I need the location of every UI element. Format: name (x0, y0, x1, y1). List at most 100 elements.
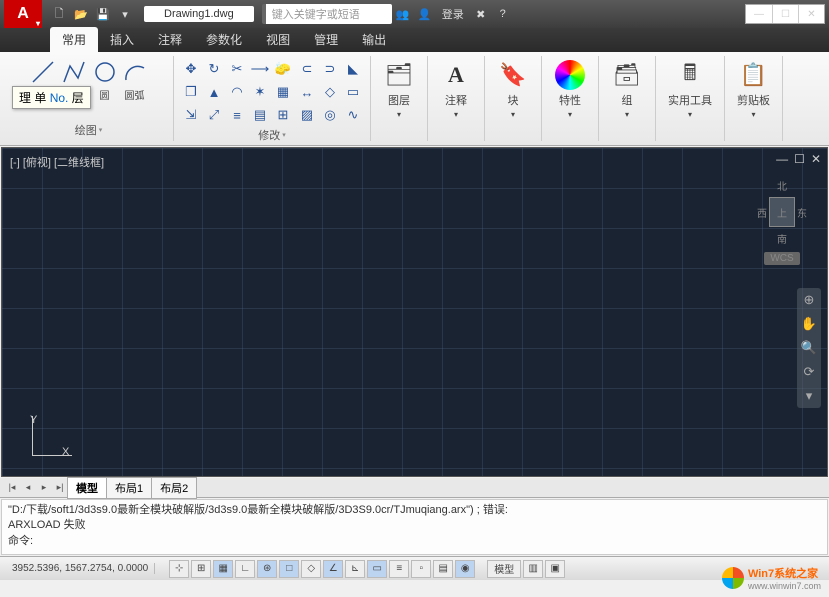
3dosnap-icon[interactable]: ◇ (301, 560, 321, 578)
search-input[interactable]: 键入关键字或短语 (262, 4, 392, 24)
tab-annotate[interactable]: 注释 (146, 27, 194, 52)
close-button[interactable]: ✕ (798, 5, 824, 23)
utilities-button[interactable]: 🖩 实用工具▾ (662, 58, 718, 121)
vp-maximize-icon[interactable]: ☐ (794, 152, 805, 166)
app-menu-button[interactable]: A (4, 0, 42, 28)
viewcube[interactable]: 北 西 上 东 南 WCS (757, 178, 807, 248)
osnap-icon[interactable]: □ (279, 560, 299, 578)
tab-insert[interactable]: 插入 (98, 27, 146, 52)
layout-next-icon[interactable]: ▸ (36, 480, 52, 496)
offset-icon[interactable]: ≡ (226, 104, 248, 126)
block-button[interactable]: 🔖 块▾ (491, 58, 535, 121)
fillet-icon[interactable]: ◠ (226, 81, 248, 103)
viewcube-face[interactable]: 上 (769, 197, 795, 227)
ortho-icon[interactable]: ∟ (235, 560, 255, 578)
coordinate-readout[interactable]: 3952.5396, 1567.2754, 0.0000 (6, 563, 155, 574)
layout-prev-icon[interactable]: ◂ (20, 480, 36, 496)
panel-layers: 🗂 图层▾ (371, 56, 428, 141)
pedit-icon[interactable]: ◇ (319, 81, 341, 103)
login-link[interactable]: 登录 (442, 6, 464, 22)
vp-minimize-icon[interactable]: — (776, 152, 788, 166)
chamfer-icon[interactable]: ◣ (342, 58, 364, 80)
zoom-icon[interactable]: 🔍 (801, 340, 817, 356)
otrack-icon[interactable]: ∠ (323, 560, 343, 578)
grid-icon[interactable]: ▦ (213, 560, 233, 578)
lengthen-icon[interactable]: ↔ (296, 81, 318, 103)
panel-label-modify[interactable]: 修改 (258, 126, 286, 144)
quickview-layouts-icon[interactable]: ▥ (523, 560, 543, 578)
quickview-dwg-icon[interactable]: ▣ (545, 560, 565, 578)
spline-icon[interactable]: ∿ (342, 104, 364, 126)
properties-button[interactable]: 特性▾ (548, 58, 592, 121)
region-icon[interactable]: ▭ (342, 81, 364, 103)
new-icon[interactable]: 🗋 (49, 4, 69, 24)
clipboard-button[interactable]: 📋 剪贴板▾ (731, 58, 776, 121)
wcs-label[interactable]: WCS (764, 252, 799, 265)
snap-icon[interactable]: ⊞ (191, 560, 211, 578)
open-icon[interactable]: 📂 (71, 4, 91, 24)
group-button[interactable]: 🗃 组▾ (605, 58, 649, 121)
break-icon[interactable]: ⊃ (319, 58, 341, 80)
sc-icon[interactable]: ◉ (455, 560, 475, 578)
panel-label-draw[interactable]: 绘图 (75, 121, 103, 139)
vp-close-icon[interactable]: ✕ (811, 152, 821, 166)
array-icon[interactable]: ▦ (272, 81, 294, 103)
layers-button[interactable]: 🗂 图层▾ (377, 58, 421, 121)
scale-icon[interactable]: ⤢ (203, 104, 225, 126)
fullnav-icon[interactable]: ⊕ (804, 292, 815, 308)
stretch-icon[interactable]: ⇲ (180, 104, 202, 126)
user-icon[interactable]: 👤 (415, 4, 435, 24)
infocenter-icon[interactable]: 👥 (393, 4, 413, 24)
join-icon[interactable]: ⊂ (296, 58, 318, 80)
layout-tab-1[interactable]: 布局1 (106, 477, 152, 499)
layout-tab-2[interactable]: 布局2 (151, 477, 197, 499)
polar-icon[interactable]: ⊛ (257, 560, 277, 578)
tab-view[interactable]: 视图 (254, 27, 302, 52)
align-icon[interactable]: ⊞ (272, 104, 294, 126)
hatch-icon[interactable]: ▨ (296, 104, 318, 126)
ducs-icon[interactable]: ⊾ (345, 560, 365, 578)
extend-icon[interactable]: ⟶ (249, 58, 271, 80)
drawing-canvas[interactable]: [-] [俯视] [二维线框] — ☐ ✕ 北 西 上 东 南 WCS ⊕ ✋ … (1, 147, 828, 477)
orbit-icon[interactable]: ⟳ (804, 364, 815, 380)
layout-last-icon[interactable]: ▸| (52, 480, 68, 496)
tab-manage[interactable]: 管理 (302, 27, 350, 52)
mirror-icon[interactable]: ▲ (203, 81, 225, 103)
boundary-icon[interactable]: ◎ (319, 104, 341, 126)
modify-tool-grid: ✥ ↻ ✂ ⟶ 🧽 ❐ ▲ ◠ ✶ ▦ ⇲ ⤢ ≡ ▤ ⊞ (180, 58, 294, 126)
viewport-label[interactable]: [-] [俯视] [二维线框] (10, 154, 104, 170)
move-icon[interactable]: ✥ (180, 58, 202, 80)
tab-parametric[interactable]: 参数化 (194, 27, 254, 52)
tab-output[interactable]: 输出 (350, 27, 398, 52)
layout-tab-model[interactable]: 模型 (67, 477, 107, 499)
exchange-icon[interactable]: ✖ (471, 4, 491, 24)
annotate-button[interactable]: A 注释▾ (434, 58, 478, 121)
rotate-icon[interactable]: ↻ (203, 58, 225, 80)
dyn-icon[interactable]: ▭ (367, 560, 387, 578)
infer-icon[interactable]: ⊹ (169, 560, 189, 578)
tpy-icon[interactable]: ▫ (411, 560, 431, 578)
rectarray-icon[interactable]: ▤ (249, 104, 271, 126)
minimize-button[interactable]: — (746, 5, 772, 23)
group-icon: 🗃 (612, 60, 642, 90)
copy-icon[interactable]: ❐ (180, 81, 202, 103)
block-icon: 🔖 (498, 60, 528, 90)
modelspace-toggle[interactable]: 模型 (487, 560, 521, 578)
tool-circle[interactable]: 圆 (91, 58, 119, 102)
tab-home[interactable]: 常用 (50, 27, 98, 52)
save-icon[interactable]: 💾 (93, 4, 113, 24)
help-icon[interactable]: ? (493, 4, 513, 24)
layout-first-icon[interactable]: |◂ (4, 480, 20, 496)
command-line[interactable]: "D:/下载/soft1/3d3s9.0最新全模块破解版/3d3s9.0最新全模… (1, 499, 828, 555)
explode-icon[interactable]: ✶ (249, 81, 271, 103)
erase-icon[interactable]: 🧽 (272, 58, 294, 80)
tool-arc[interactable]: 圆弧 (121, 58, 149, 102)
lwt-icon[interactable]: ≡ (389, 560, 409, 578)
qat-dropdown-icon[interactable]: ▾ (115, 4, 135, 24)
qp-icon[interactable]: ▤ (433, 560, 453, 578)
trim-icon[interactable]: ✂ (226, 58, 248, 80)
showmotion-icon[interactable]: ▾ (806, 388, 813, 404)
pan-icon[interactable]: ✋ (801, 316, 817, 332)
maximize-button[interactable]: ☐ (772, 5, 798, 23)
panel-draw: 直线 多段线 圆 圆弧 理 单 No. 层 绘图 (4, 56, 174, 141)
